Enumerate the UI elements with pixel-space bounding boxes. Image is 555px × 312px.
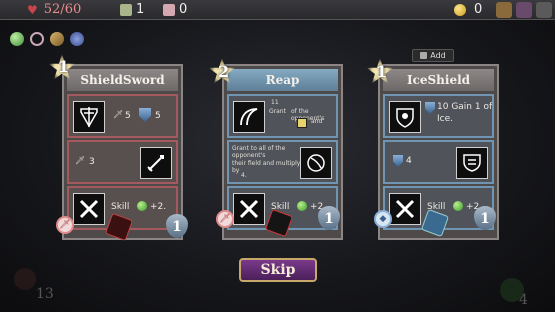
attack-type-icon: 🗡 bbox=[56, 216, 74, 234]
skill-bonus: +2. bbox=[150, 202, 167, 212]
and-text: and bbox=[311, 118, 323, 125]
card-level: 1 bbox=[376, 62, 388, 81]
skip-button[interactable]: Skip bbox=[239, 258, 317, 282]
gold-coin-icon bbox=[454, 3, 466, 16]
row-2-line-1: Grant to all of the opponent's bbox=[232, 145, 302, 159]
green-orb-icon bbox=[137, 201, 147, 211]
scythe-icon bbox=[233, 101, 265, 133]
shield-icon bbox=[393, 155, 403, 167]
cross-icon bbox=[233, 193, 265, 225]
skill-label: Skill bbox=[111, 202, 130, 212]
card-shieldsword[interactable]: ShieldSword 🗡 5 5 🗡 3 Skill +2. bbox=[62, 64, 183, 240]
hp-display: ♥ 52/60 bbox=[27, 2, 81, 17]
card-title: Reap bbox=[227, 69, 338, 91]
key-value: 0 bbox=[179, 2, 188, 17]
cost-drop-icon: 1 bbox=[166, 214, 188, 238]
attack-type-icon: 🗡 bbox=[216, 210, 234, 228]
add-icon bbox=[420, 52, 428, 59]
card-row-2: 4 bbox=[383, 140, 494, 184]
gold-value: 0 bbox=[474, 2, 483, 17]
draw-pile-count: 13 bbox=[36, 286, 54, 302]
grant-text: Grant bbox=[269, 108, 286, 115]
hp-value: 52/60 bbox=[43, 2, 82, 17]
card-row-1: 🗡 5 5 bbox=[67, 94, 178, 138]
cross-icon bbox=[389, 193, 421, 225]
shield-icon bbox=[139, 108, 151, 122]
relic-ring-icon[interactable] bbox=[30, 32, 44, 46]
top-bar: ♥ 52/60 1 0 0 bbox=[0, 0, 555, 20]
relic-gem-icon[interactable] bbox=[70, 32, 84, 46]
ice-gain-text: 10 Gain 1 of Ice. bbox=[437, 102, 493, 124]
sword-value: 3 bbox=[89, 157, 95, 167]
card-title: ShieldSword bbox=[67, 69, 178, 91]
add-label: Add bbox=[430, 51, 446, 60]
ice-shield-icon bbox=[389, 101, 421, 133]
heart-icon: ♥ bbox=[27, 2, 38, 17]
cross-icon bbox=[73, 193, 105, 225]
grant-text: Grant bbox=[232, 145, 249, 152]
card-row-2: Grant to all of the opponent's their fie… bbox=[227, 140, 338, 184]
discard-pile-count: 4 bbox=[519, 292, 528, 308]
card-level: 1 bbox=[58, 57, 70, 76]
status-icon bbox=[297, 118, 307, 128]
card-cost: 1 bbox=[172, 219, 182, 235]
map-icon[interactable] bbox=[496, 2, 512, 18]
settings-icon[interactable] bbox=[536, 2, 552, 18]
sword-value: 5 bbox=[125, 111, 131, 121]
bag-icon bbox=[14, 268, 36, 290]
damage-small: 11 bbox=[271, 99, 279, 106]
sword-icon bbox=[140, 147, 172, 179]
relic-wand-icon[interactable] bbox=[50, 32, 64, 46]
shield-value: 5 bbox=[155, 111, 161, 121]
deck-icon[interactable] bbox=[516, 2, 532, 18]
potion-value: 1 bbox=[136, 2, 145, 17]
card-cost: 1 bbox=[480, 211, 490, 227]
green-orb-icon bbox=[453, 201, 463, 211]
skull-scythe-icon bbox=[300, 147, 332, 179]
card-row-1: 11 Grant of the opponent's and bbox=[227, 94, 338, 138]
gold-count: 0 bbox=[454, 2, 482, 17]
card-row-2: 🗡 3 bbox=[67, 140, 178, 184]
potion-icon bbox=[120, 3, 132, 16]
skip-label: Skip bbox=[260, 262, 296, 278]
relic-green-orb-icon[interactable] bbox=[10, 32, 24, 46]
shield-type-icon: ◆ bbox=[374, 210, 392, 228]
sword-icon: 🗡 bbox=[75, 156, 86, 165]
shield-icon bbox=[425, 102, 435, 114]
multiplier-text: 4. bbox=[241, 172, 247, 179]
shield-value: 4 bbox=[406, 156, 412, 166]
key-count: 0 bbox=[163, 2, 187, 17]
shield-sword-icon bbox=[73, 101, 105, 133]
green-orb-icon bbox=[297, 201, 307, 211]
card-row-1: 10 Gain 1 of Ice. bbox=[383, 94, 494, 138]
card-cost: 1 bbox=[324, 211, 334, 227]
card-title: IceShield bbox=[383, 69, 494, 91]
potion-count: 1 bbox=[120, 2, 144, 17]
card-level: 2 bbox=[218, 62, 230, 81]
add-tooltip[interactable]: Add bbox=[412, 49, 454, 62]
key-icon bbox=[163, 3, 175, 16]
shield-emblem-icon bbox=[456, 147, 488, 179]
sword-icon: 🗡 bbox=[113, 110, 124, 119]
